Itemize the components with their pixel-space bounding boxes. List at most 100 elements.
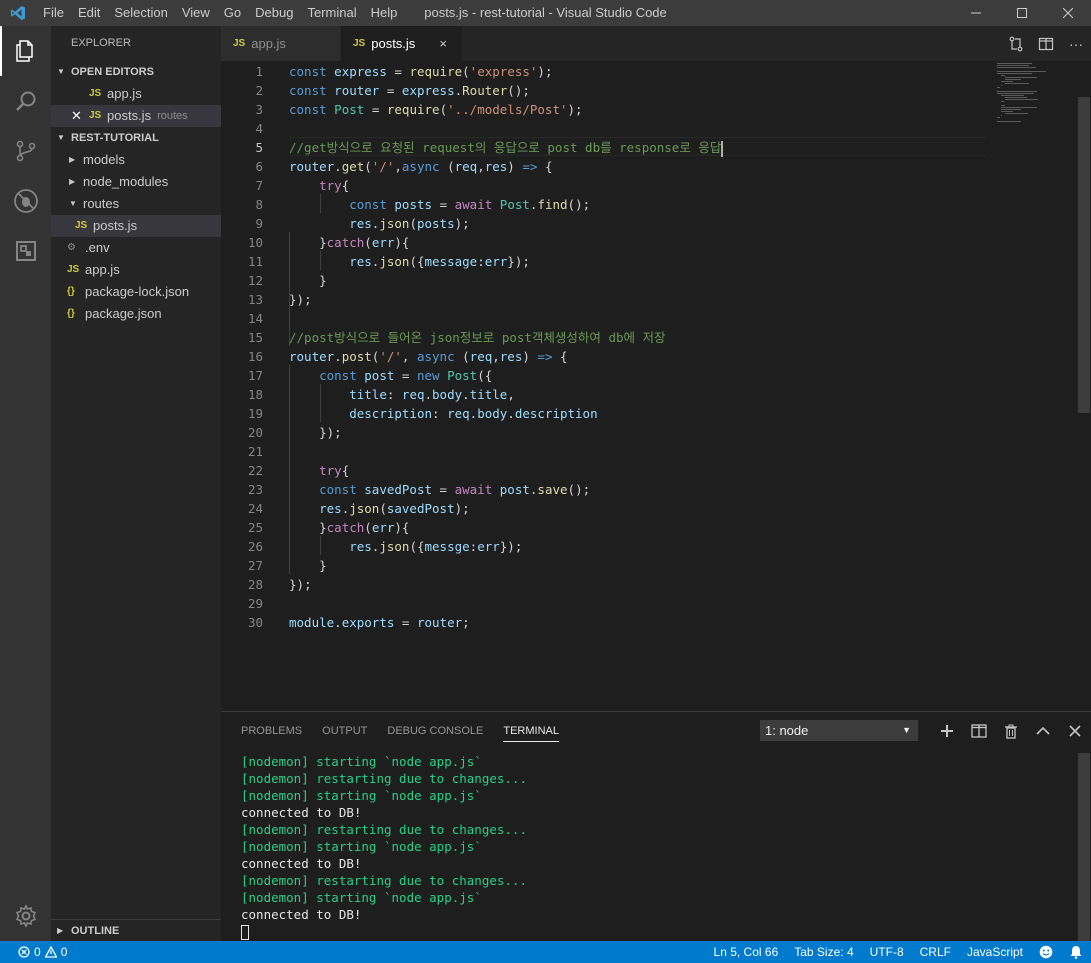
open-changes-icon[interactable] xyxy=(1001,26,1031,61)
code-line[interactable]: 21 xyxy=(221,442,1001,461)
code-line[interactable]: 12 } xyxy=(221,271,1001,290)
code-line[interactable]: 8 const posts = await Post.find(); xyxy=(221,195,1001,214)
code-line[interactable]: 7 try{ xyxy=(221,176,1001,195)
code-text: //post방식으로 들어온 json정보로 post객체생성하여 db에 저장 xyxy=(289,330,666,345)
settings-gear-icon[interactable] xyxy=(0,891,51,941)
code-line[interactable]: 16 router.post('/', async (req,res) => { xyxy=(221,347,1001,366)
tree-file-app-js[interactable]: JS app.js xyxy=(51,259,221,281)
debug-icon[interactable] xyxy=(0,176,51,226)
tree-file-package-json[interactable]: {} package.json xyxy=(51,303,221,325)
code-line[interactable]: 22 try{ xyxy=(221,461,1001,480)
encoding[interactable]: UTF-8 xyxy=(862,941,912,963)
cursor-position[interactable]: Ln 5, Col 66 xyxy=(706,941,787,963)
code-line[interactable]: 27 } xyxy=(221,556,1001,575)
menu-item-help[interactable]: Help xyxy=(364,0,405,26)
open-editor-posts-js[interactable]: ✕ JS posts.js routes xyxy=(51,105,221,127)
minimap[interactable] xyxy=(997,61,1077,131)
terminal-prompt[interactable] xyxy=(241,923,527,940)
language-mode[interactable]: JavaScript xyxy=(959,941,1031,963)
open-editors-section[interactable]: ▼ OPEN EDITORS xyxy=(51,61,221,83)
minimize-button[interactable] xyxy=(953,0,999,26)
code-line[interactable]: 14 xyxy=(221,309,1001,328)
maximize-button[interactable] xyxy=(999,0,1045,26)
code-line[interactable]: 23 const savedPost = await post.save(); xyxy=(221,480,1001,499)
outline-section[interactable]: ▶ OUTLINE xyxy=(51,919,221,941)
new-terminal-icon[interactable] xyxy=(931,717,963,745)
code-line[interactable]: 1 const express = require('express'); xyxy=(221,62,1001,81)
code-text: const posts = await Post.find(); xyxy=(349,197,591,212)
tab-app-js[interactable]: JS app.js xyxy=(221,26,341,61)
code-line[interactable]: 11 res.json({message:err}); xyxy=(221,252,1001,271)
explorer-icon[interactable] xyxy=(0,26,51,76)
open-editor-app-js[interactable]: JS app.js xyxy=(51,83,221,105)
close-panel-icon[interactable] xyxy=(1059,717,1091,745)
close-window-button[interactable] xyxy=(1045,0,1091,26)
terminal-scroll-thumb[interactable] xyxy=(1078,753,1090,941)
code-line[interactable]: 5 //get방식으로 요청된 request의 응답으로 post db를 re… xyxy=(221,138,1001,157)
code-line[interactable]: 17 const post = new Post({ xyxy=(221,366,1001,385)
more-actions-icon[interactable]: ··· xyxy=(1061,26,1091,61)
code-line[interactable]: 24 res.json(savedPost); xyxy=(221,499,1001,518)
code-line[interactable]: 2 const router = express.Router(); xyxy=(221,81,1001,100)
search-icon[interactable] xyxy=(0,76,51,126)
code-line[interactable]: 29 xyxy=(221,594,1001,613)
tree-folder-models[interactable]: ▶ models xyxy=(51,149,221,171)
tab-size[interactable]: Tab Size: 4 xyxy=(786,941,861,963)
terminal-select[interactable]: 1: node ▼ xyxy=(760,720,918,741)
split-editor-icon[interactable] xyxy=(1031,26,1061,61)
terminal-line: [nodemon] starting `node app.js` xyxy=(241,788,482,803)
menu-item-file[interactable]: File xyxy=(36,0,71,26)
code-line[interactable]: 3 const Post = require('../models/Post'); xyxy=(221,100,1001,119)
menu-item-go[interactable]: Go xyxy=(217,0,248,26)
tree-item-label: app.js xyxy=(85,262,120,277)
code-line[interactable]: 26 res.json({messge:err}); xyxy=(221,537,1001,556)
split-terminal-icon[interactable] xyxy=(963,717,995,745)
menu-item-view[interactable]: View xyxy=(175,0,217,26)
code-line[interactable]: 10 }catch(err){ xyxy=(221,233,1001,252)
editor-scroll-thumb[interactable] xyxy=(1078,97,1090,413)
code-line[interactable]: 4 xyxy=(221,119,1001,138)
project-section[interactable]: ▼ REST-TUTORIAL xyxy=(51,127,221,149)
tree-folder-routes[interactable]: ▼ routes xyxy=(51,193,221,215)
menu-item-edit[interactable]: Edit xyxy=(71,0,107,26)
tab-posts-js[interactable]: JS posts.js × xyxy=(341,26,463,61)
tab-output[interactable]: OUTPUT xyxy=(322,720,367,742)
code-line[interactable]: 30 module.exports = router; xyxy=(221,613,1001,632)
line-number: 3 xyxy=(255,102,263,117)
tab-terminal[interactable]: TERMINAL xyxy=(503,720,559,742)
code-editor[interactable]: 1 const express = require('express'); 2 con… xyxy=(221,61,1091,711)
tree-file-package-lock-json[interactable]: {} package-lock.json xyxy=(51,281,221,303)
code-line[interactable]: 19 description: req.body.description xyxy=(221,404,1001,423)
code-line[interactable]: 20 }); xyxy=(221,423,1001,442)
tree-folder-node-modules[interactable]: ▶ node_modules xyxy=(51,171,221,193)
menu-item-terminal[interactable]: Terminal xyxy=(300,0,363,26)
tab-debug-console[interactable]: DEBUG CONSOLE xyxy=(387,720,483,742)
maximize-panel-icon[interactable] xyxy=(1027,717,1059,745)
tree-file-posts-js[interactable]: JS posts.js xyxy=(51,215,221,237)
notifications-bell-icon[interactable] xyxy=(1061,945,1091,959)
code-line[interactable]: 28}); xyxy=(221,575,1001,594)
close-icon[interactable]: ✕ xyxy=(71,105,89,127)
trash-icon[interactable] xyxy=(995,717,1027,745)
close-tab-icon[interactable]: × xyxy=(439,36,447,51)
code-line[interactable]: 13}); xyxy=(221,290,1001,309)
menu-item-selection[interactable]: Selection xyxy=(107,0,174,26)
code-line[interactable]: 6 router.get('/',async (req,res) => { xyxy=(221,157,1001,176)
problems-indicator[interactable]: 0 0 xyxy=(10,941,75,963)
extensions-icon[interactable] xyxy=(0,226,51,276)
menu-item-debug[interactable]: Debug xyxy=(248,0,300,26)
tree-file-env[interactable]: ⚙ .env xyxy=(51,237,221,259)
code-text: try{ xyxy=(319,463,350,478)
code-line[interactable]: 9 res.json(posts); xyxy=(221,214,1001,233)
terminal-scrollbar[interactable] xyxy=(1077,753,1091,941)
code-line[interactable]: 18 title: req.body.title, xyxy=(221,385,1001,404)
source-control-icon[interactable] xyxy=(0,126,51,176)
terminal-output[interactable]: [nodemon] starting `node app.js` [nodemon… xyxy=(241,753,527,940)
tab-problems[interactable]: PROBLEMS xyxy=(241,720,302,742)
line-ending[interactable]: CRLF xyxy=(912,941,959,963)
code-line[interactable]: 15 //post방식으로 들어온 json정보로 post객체생성하여 db에 … xyxy=(221,328,1001,347)
editor-scrollbar[interactable] xyxy=(1077,61,1091,711)
code-line[interactable]: 25 }catch(err){ xyxy=(221,518,1001,537)
feedback-smiley-icon[interactable] xyxy=(1031,945,1061,959)
error-count: 0 xyxy=(34,945,41,959)
